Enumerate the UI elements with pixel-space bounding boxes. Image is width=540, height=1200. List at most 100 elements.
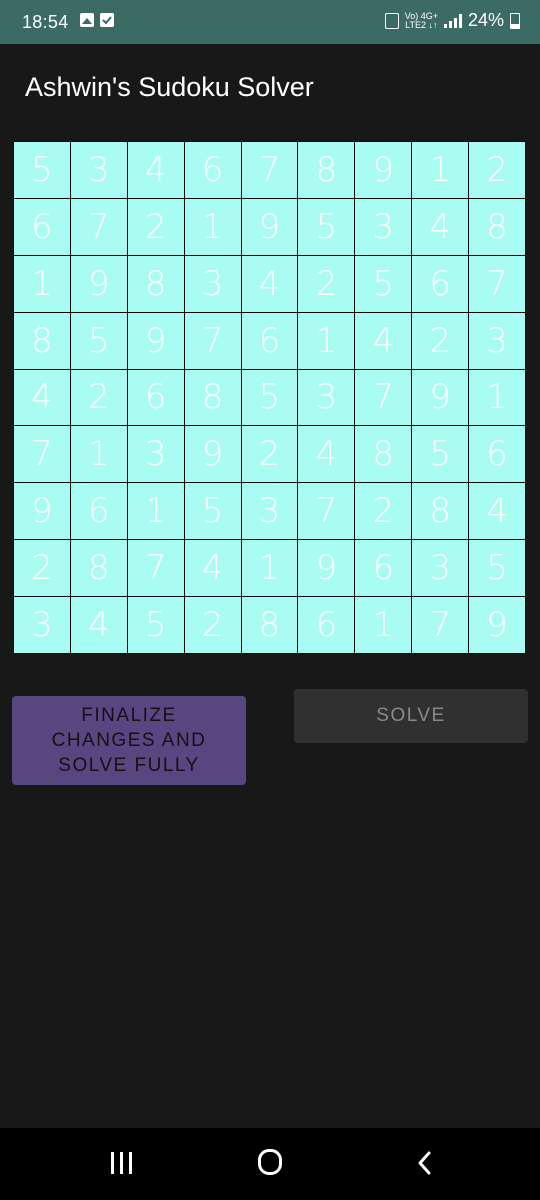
sudoku-cell[interactable]: 2 xyxy=(355,483,412,540)
sudoku-cell[interactable]: 4 xyxy=(412,198,469,255)
battery-icon xyxy=(510,12,520,29)
sudoku-cell[interactable]: 2 xyxy=(469,142,525,198)
sudoku-cell[interactable]: 1 xyxy=(127,483,184,540)
status-time: 18:54 xyxy=(22,12,69,32)
sudoku-cell[interactable]: 3 xyxy=(241,483,298,540)
battery-percent: 24% xyxy=(467,10,504,30)
sudoku-cell[interactable]: 9 xyxy=(469,597,525,653)
sudoku-cell[interactable]: 1 xyxy=(355,597,412,653)
sudoku-cell[interactable]: 8 xyxy=(241,597,298,653)
sudoku-cell[interactable]: 3 xyxy=(469,312,525,369)
sudoku-cell[interactable]: 5 xyxy=(355,255,412,312)
sudoku-cell[interactable]: 3 xyxy=(14,597,70,653)
sudoku-board: 5346789126721953481983425678597614234268… xyxy=(13,141,526,654)
solve-button[interactable]: SOLVE xyxy=(294,689,528,743)
sudoku-cell[interactable]: 7 xyxy=(184,312,241,369)
sudoku-cell[interactable]: 6 xyxy=(412,255,469,312)
sudoku-cell[interactable]: 1 xyxy=(469,369,525,426)
sudoku-cell[interactable]: 2 xyxy=(70,369,127,426)
sudoku-cell[interactable]: 5 xyxy=(298,198,355,255)
navigation-bar xyxy=(0,1128,540,1200)
sudoku-cell[interactable]: 7 xyxy=(14,426,70,483)
sudoku-cell[interactable]: 1 xyxy=(412,142,469,198)
sudoku-cell[interactable]: 4 xyxy=(127,142,184,198)
sudoku-cell[interactable]: 4 xyxy=(70,597,127,653)
sudoku-cell[interactable]: 3 xyxy=(355,198,412,255)
network-bottom: LTE2 ↓↑ xyxy=(405,19,438,30)
sudoku-cell[interactable]: 5 xyxy=(70,312,127,369)
sudoku-cell[interactable]: 8 xyxy=(184,369,241,426)
recents-icon[interactable] xyxy=(108,1152,134,1176)
app-title: Ashwin's Sudoku Solver xyxy=(25,72,314,102)
sudoku-cell[interactable]: 6 xyxy=(14,198,70,255)
sudoku-cell[interactable]: 6 xyxy=(241,312,298,369)
check-icon xyxy=(100,13,114,27)
notification-icons xyxy=(80,13,114,27)
sudoku-cell[interactable]: 7 xyxy=(241,142,298,198)
sudoku-cell[interactable]: 2 xyxy=(127,198,184,255)
sudoku-cell[interactable]: 9 xyxy=(14,483,70,540)
back-icon[interactable] xyxy=(410,1148,440,1178)
sudoku-cell[interactable]: 6 xyxy=(355,540,412,597)
sudoku-cell[interactable]: 3 xyxy=(127,426,184,483)
finalize-button[interactable]: FINALIZE CHANGES AND SOLVE FULLY xyxy=(12,696,246,785)
sudoku-cell[interactable]: 1 xyxy=(184,198,241,255)
sudoku-cell[interactable]: 2 xyxy=(298,255,355,312)
sudoku-cell[interactable]: 8 xyxy=(14,312,70,369)
sudoku-cell[interactable]: 7 xyxy=(469,255,525,312)
sudoku-cell[interactable]: 9 xyxy=(241,198,298,255)
sudoku-cell[interactable]: 2 xyxy=(184,597,241,653)
sudoku-cell[interactable]: 1 xyxy=(70,426,127,483)
sudoku-cell[interactable]: 7 xyxy=(127,540,184,597)
sudoku-cell[interactable]: 5 xyxy=(469,540,525,597)
sudoku-cell[interactable]: 2 xyxy=(412,312,469,369)
sudoku-cell[interactable]: 5 xyxy=(184,483,241,540)
sudoku-cell[interactable]: 2 xyxy=(14,540,70,597)
sudoku-cell[interactable]: 8 xyxy=(469,198,525,255)
sudoku-cell[interactable]: 3 xyxy=(70,142,127,198)
sudoku-cell[interactable]: 9 xyxy=(298,540,355,597)
sudoku-cell[interactable]: 5 xyxy=(241,369,298,426)
sudoku-cell[interactable]: 8 xyxy=(127,255,184,312)
sudoku-cell[interactable]: 8 xyxy=(298,142,355,198)
sudoku-cell[interactable]: 5 xyxy=(412,426,469,483)
sudoku-cell[interactable]: 9 xyxy=(127,312,184,369)
sudoku-cell[interactable]: 3 xyxy=(412,540,469,597)
sudoku-cell[interactable]: 3 xyxy=(184,255,241,312)
sudoku-cell[interactable]: 4 xyxy=(355,312,412,369)
sudoku-cell[interactable]: 9 xyxy=(70,255,127,312)
gallery-icon xyxy=(80,13,94,27)
sudoku-cell[interactable]: 5 xyxy=(14,142,70,198)
sudoku-cell[interactable]: 7 xyxy=(412,597,469,653)
sudoku-cell[interactable]: 9 xyxy=(184,426,241,483)
home-icon[interactable] xyxy=(258,1149,282,1175)
sudoku-cell[interactable]: 6 xyxy=(469,426,525,483)
sudoku-cell[interactable]: 4 xyxy=(298,426,355,483)
sudoku-cell[interactable]: 6 xyxy=(298,597,355,653)
sudoku-cell[interactable]: 7 xyxy=(70,198,127,255)
sudoku-cell[interactable]: 1 xyxy=(14,255,70,312)
sudoku-cell[interactable]: 1 xyxy=(298,312,355,369)
sudoku-cell[interactable]: 6 xyxy=(70,483,127,540)
sudoku-cell[interactable]: 8 xyxy=(355,426,412,483)
sudoku-cell[interactable]: 5 xyxy=(127,597,184,653)
sudoku-cell[interactable]: 4 xyxy=(469,483,525,540)
sudoku-cell[interactable]: 4 xyxy=(184,540,241,597)
sudoku-cell[interactable]: 8 xyxy=(412,483,469,540)
lock-icon xyxy=(384,12,399,29)
sudoku-cell[interactable]: 8 xyxy=(70,540,127,597)
sudoku-cell[interactable]: 1 xyxy=(241,540,298,597)
sudoku-cell[interactable]: 7 xyxy=(298,483,355,540)
sudoku-cell[interactable]: 2 xyxy=(241,426,298,483)
network-label: Vo) 4G+ LTE2 ↓↑ xyxy=(405,11,438,30)
status-right: Vo) 4G+ LTE2 ↓↑ 24% xyxy=(384,10,520,31)
sudoku-cell[interactable]: 9 xyxy=(412,369,469,426)
sudoku-cell[interactable]: 4 xyxy=(241,255,298,312)
sudoku-cell[interactable]: 9 xyxy=(355,142,412,198)
sudoku-cell[interactable]: 6 xyxy=(184,142,241,198)
sudoku-cell[interactable]: 7 xyxy=(355,369,412,426)
sudoku-cell[interactable]: 6 xyxy=(127,369,184,426)
status-bar: 18:54 Vo) 4G+ LTE2 ↓↑ 24% xyxy=(0,0,540,44)
sudoku-cell[interactable]: 4 xyxy=(14,369,70,426)
sudoku-cell[interactable]: 3 xyxy=(298,369,355,426)
